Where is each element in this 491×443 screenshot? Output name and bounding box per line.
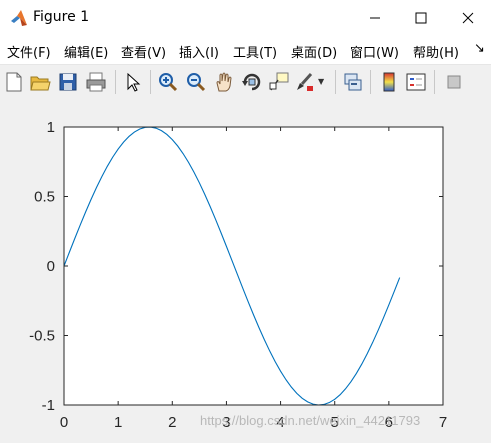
toolbar-separator — [370, 70, 371, 94]
hide-plot-tools-button[interactable] — [443, 71, 465, 93]
matlab-logo-icon — [11, 10, 27, 26]
menu-help[interactable]: 帮助(H) — [413, 42, 459, 61]
insert-legend-icon — [406, 73, 426, 91]
figure-canvas: 0 1 2 3 4 5 6 7 1 0.5 0 -0.5 -1 — [0, 99, 491, 443]
x-tick-label: 2 — [168, 414, 176, 431]
minimize-icon — [370, 17, 380, 19]
insert-colorbar-icon — [383, 72, 395, 92]
hide-plot-tools-icon — [447, 75, 461, 89]
close-button[interactable] — [445, 0, 491, 36]
close-icon — [462, 12, 474, 24]
axes-background — [64, 127, 443, 405]
link-plot-icon — [344, 73, 362, 91]
toolbar-separator — [335, 70, 336, 94]
edit-plot-arrow-icon — [127, 72, 141, 92]
open-file-button[interactable] — [29, 71, 51, 93]
edit-plot-button[interactable] — [122, 71, 144, 93]
menu-file[interactable]: 文件(F) — [7, 42, 51, 61]
new-figure-icon — [6, 72, 22, 92]
print-button[interactable] — [85, 71, 107, 93]
maximize-button[interactable] — [398, 0, 444, 36]
zoom-out-icon — [187, 73, 206, 92]
menu-tools[interactable]: 工具(T) — [233, 42, 277, 61]
open-file-icon — [30, 76, 51, 91]
new-figure-button[interactable] — [3, 71, 25, 93]
pan-hand-icon — [216, 72, 232, 92]
menu-bar: 文件(F) 编辑(E) 查看(V) 插入(I) 工具(T) 桌面(D) 窗口(W… — [0, 36, 491, 64]
minimize-button[interactable] — [352, 0, 398, 36]
toolbar-separator — [150, 70, 151, 94]
zoom-in-button[interactable] — [157, 71, 179, 93]
insert-colorbar-button[interactable] — [378, 71, 400, 93]
zoom-out-button[interactable] — [185, 71, 207, 93]
x-tick-label: 1 — [114, 414, 122, 431]
y-tick-label: -1 — [42, 397, 55, 414]
axes[interactable]: 0 1 2 3 4 5 6 710.50-0.5-1 — [0, 99, 491, 443]
save-button[interactable] — [57, 71, 79, 93]
toolbar-separator — [115, 70, 116, 94]
y-tick-label: -0.5 — [29, 328, 55, 345]
insert-legend-button[interactable] — [405, 71, 427, 93]
toolbar-separator — [434, 70, 435, 94]
save-icon — [59, 73, 77, 91]
rotate-3d-icon — [242, 73, 261, 91]
brush-icon — [297, 72, 313, 91]
rotate-3d-button[interactable] — [241, 71, 263, 93]
menu-window[interactable]: 窗口(W) — [350, 42, 399, 61]
x-tick-label: 0 — [60, 414, 68, 431]
window-title: Figure 1 — [33, 9, 90, 25]
figure-toolbar: ▼ — [0, 64, 491, 100]
menu-insert[interactable]: 插入(I) — [179, 42, 219, 61]
print-icon — [86, 72, 106, 92]
menu-view[interactable]: 查看(V) — [121, 42, 166, 61]
y-tick-label: 0 — [47, 258, 55, 275]
y-tick-label: 0.5 — [34, 189, 55, 206]
title-bar: Figure 1 — [0, 0, 491, 36]
brush-dropdown-icon[interactable]: ▼ — [318, 77, 324, 86]
data-cursor-button[interactable] — [268, 71, 290, 93]
watermark-text: https://blog.csdn.net/weixin_44211793 — [200, 413, 421, 428]
more-arrow-icon[interactable]: ↘ — [474, 41, 485, 56]
y-tick-label: 1 — [47, 119, 55, 136]
menu-desktop[interactable]: 桌面(D) — [291, 42, 337, 61]
x-tick-label: 7 — [439, 414, 447, 431]
menu-edit[interactable]: 编辑(E) — [64, 42, 108, 61]
zoom-in-icon — [159, 73, 178, 92]
link-plot-button[interactable] — [342, 71, 364, 93]
pan-button[interactable] — [213, 71, 235, 93]
data-cursor-icon — [269, 72, 289, 91]
brush-button[interactable] — [294, 71, 316, 93]
maximize-icon — [415, 12, 427, 24]
